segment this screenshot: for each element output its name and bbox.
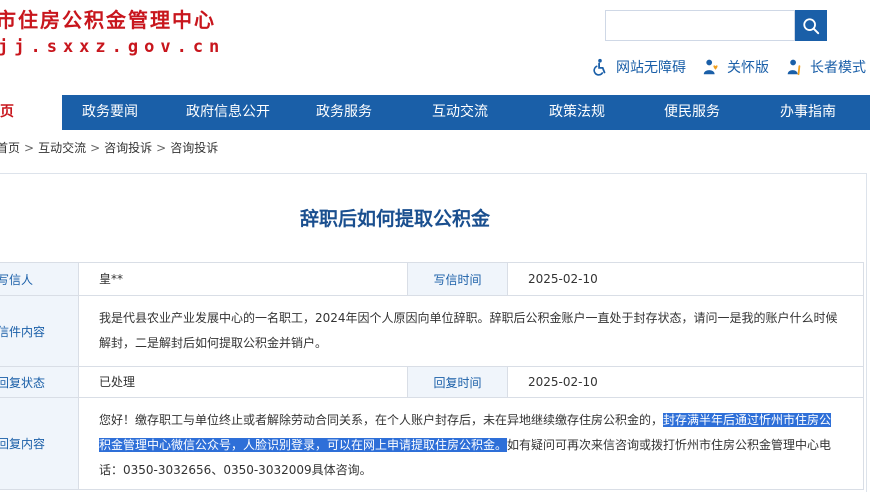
- table-row: 回复状态 已处理 回复时间 2025-02-10: [0, 366, 864, 398]
- site-title[interactable]: 市住房公积金管理中心: [0, 4, 216, 33]
- nav-policies[interactable]: 政策法规: [549, 95, 605, 130]
- nav-info-disclosure[interactable]: 政府信息公开: [186, 95, 270, 130]
- main-nav: 页 政务要闻 政府信息公开 政务服务 互动交流 政策法规 便民服务 办事指南: [0, 95, 870, 130]
- site-header: 市住房公积金管理中心 jj.sxxz.gov.cn 网站无障碍 关怀版 长者模式: [0, 0, 870, 95]
- status-value: 已处理: [78, 366, 408, 398]
- search-icon: [803, 17, 820, 34]
- search-input[interactable]: [605, 10, 795, 41]
- table-row: 信件内容 我是代县农业产业发展中心的一名职工，2024年因个人原因向单位辞职。辞…: [0, 295, 864, 367]
- care-mode-label: 关怀版: [727, 60, 769, 76]
- nav-gov-services[interactable]: 政务服务: [316, 95, 372, 130]
- content-label: 信件内容: [0, 295, 79, 367]
- care-mode-link[interactable]: 关怀版: [702, 57, 769, 77]
- reply-label: 回复内容: [0, 397, 79, 490]
- write-time-label: 写信时间: [407, 262, 508, 296]
- elder-mode-label: 长者模式: [810, 60, 866, 76]
- letter-title: 辞职后如何提取公积金: [299, 208, 490, 230]
- breadcrumb-interaction[interactable]: 互动交流: [38, 141, 86, 155]
- content-value: 我是代县农业产业发展中心的一名职工，2024年因个人原因向单位辞职。辞职后公积金…: [78, 295, 864, 367]
- search-button[interactable]: [795, 10, 827, 41]
- accessibility-tools: 网站无障碍 关怀版 长者模式: [591, 57, 866, 77]
- accessibility-link[interactable]: 网站无障碍: [591, 57, 686, 77]
- elder-mode-icon: [787, 59, 801, 76]
- breadcrumb-home[interactable]: 首页: [0, 141, 20, 155]
- site-domain: jj.sxxz.gov.cn: [0, 37, 226, 57]
- accessibility-label: 网站无障碍: [616, 60, 686, 76]
- table-row: 写信人 皇** 写信时间 2025-02-10: [0, 262, 864, 296]
- accessibility-icon: [593, 58, 606, 76]
- reply-time-value: 2025-02-10: [507, 366, 864, 398]
- reply-time-label: 回复时间: [407, 366, 508, 398]
- nav-guide[interactable]: 办事指南: [780, 95, 836, 130]
- breadcrumb-consult[interactable]: 咨询投诉: [104, 141, 152, 155]
- table-row: 回复内容 您好！缴存职工与单位终止或者解除劳动合同关系，在个人账户封存后，未在异…: [0, 397, 864, 490]
- status-label: 回复状态: [0, 366, 79, 398]
- elder-mode-link[interactable]: 长者模式: [785, 57, 866, 77]
- care-icon: [703, 59, 718, 75]
- breadcrumb: 首页 > 互动交流 > 咨询投诉 > 咨询投诉: [0, 139, 218, 156]
- nav-gov-news[interactable]: 政务要闻: [82, 95, 138, 130]
- nav-interaction[interactable]: 互动交流: [432, 95, 488, 130]
- write-time-value: 2025-02-10: [507, 262, 864, 296]
- reply-content: 您好！缴存职工与单位终止或者解除劳动合同关系，在个人账户封存后，未在异地继续缴存…: [78, 397, 864, 490]
- writer-value: 皇**: [78, 262, 408, 296]
- writer-label: 写信人: [0, 262, 79, 296]
- breadcrumb-current[interactable]: 咨询投诉: [170, 141, 218, 155]
- letter-table: 写信人 皇** 写信时间 2025-02-10 信件内容 我是代县农业产业发展中…: [0, 262, 864, 490]
- nav-convenience[interactable]: 便民服务: [664, 95, 720, 130]
- reply-text-part1: 您好！缴存职工与单位终止或者解除劳动合同关系，在个人账户封存后，未在异地继续缴存…: [99, 413, 664, 427]
- nav-home[interactable]: 页: [0, 95, 62, 130]
